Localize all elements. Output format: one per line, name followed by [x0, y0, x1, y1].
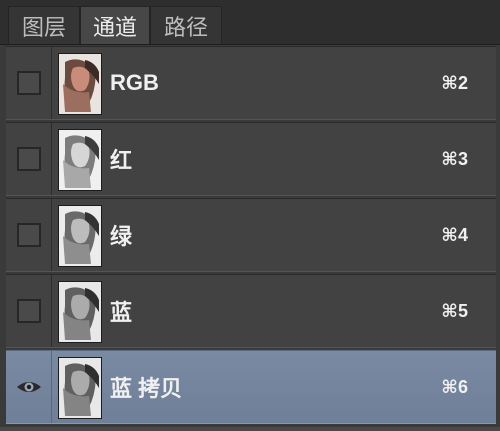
visibility-toggle[interactable]	[17, 299, 41, 323]
channel-row-red[interactable]: 红 ⌘3	[6, 122, 496, 196]
visibility-toggle[interactable]	[17, 223, 41, 247]
panel-tab-bar: 图层 通道 路径	[0, 0, 500, 45]
channel-shortcut: ⌘5	[441, 300, 468, 321]
channel-name: 蓝	[110, 300, 133, 325]
channel-shortcut: ⌘3	[441, 148, 468, 169]
panel-bottom-edge	[0, 427, 500, 431]
row-divider	[51, 351, 52, 423]
channels-panel: 图层 通道 路径 RGB ⌘2 红 ⌘3 绿 ⌘4 蓝 ⌘5 蓝 拷贝 ⌘6	[0, 0, 500, 431]
row-divider	[51, 275, 52, 347]
channel-shortcut: ⌘6	[441, 376, 468, 397]
tab-paths[interactable]: 路径	[150, 6, 222, 44]
channel-name: 蓝 拷贝	[110, 376, 183, 401]
channel-row-rgb[interactable]: RGB ⌘2	[6, 46, 496, 120]
row-divider	[51, 199, 52, 271]
channel-name: 绿	[110, 224, 133, 249]
tab-channels[interactable]: 通道	[80, 6, 150, 44]
channel-row-blue[interactable]: 蓝 ⌘5	[6, 274, 496, 348]
channel-thumbnail	[58, 129, 102, 191]
row-divider	[51, 47, 52, 119]
eye-icon[interactable]	[15, 375, 43, 399]
channel-shortcut: ⌘4	[441, 224, 468, 245]
channel-row-green[interactable]: 绿 ⌘4	[6, 198, 496, 272]
channel-thumbnail	[58, 53, 102, 115]
channel-thumbnail	[58, 281, 102, 343]
channel-name: RGB	[110, 70, 159, 95]
tab-layers[interactable]: 图层	[8, 6, 80, 44]
row-divider	[51, 123, 52, 195]
visibility-toggle[interactable]	[17, 71, 41, 95]
visibility-toggle[interactable]	[17, 147, 41, 171]
channel-shortcut: ⌘2	[441, 72, 468, 93]
channel-row-blue-copy[interactable]: 蓝 拷贝 ⌘6	[6, 350, 496, 424]
channel-name: 红	[110, 148, 133, 173]
channel-thumbnail	[58, 357, 102, 419]
channel-thumbnail	[58, 205, 102, 267]
